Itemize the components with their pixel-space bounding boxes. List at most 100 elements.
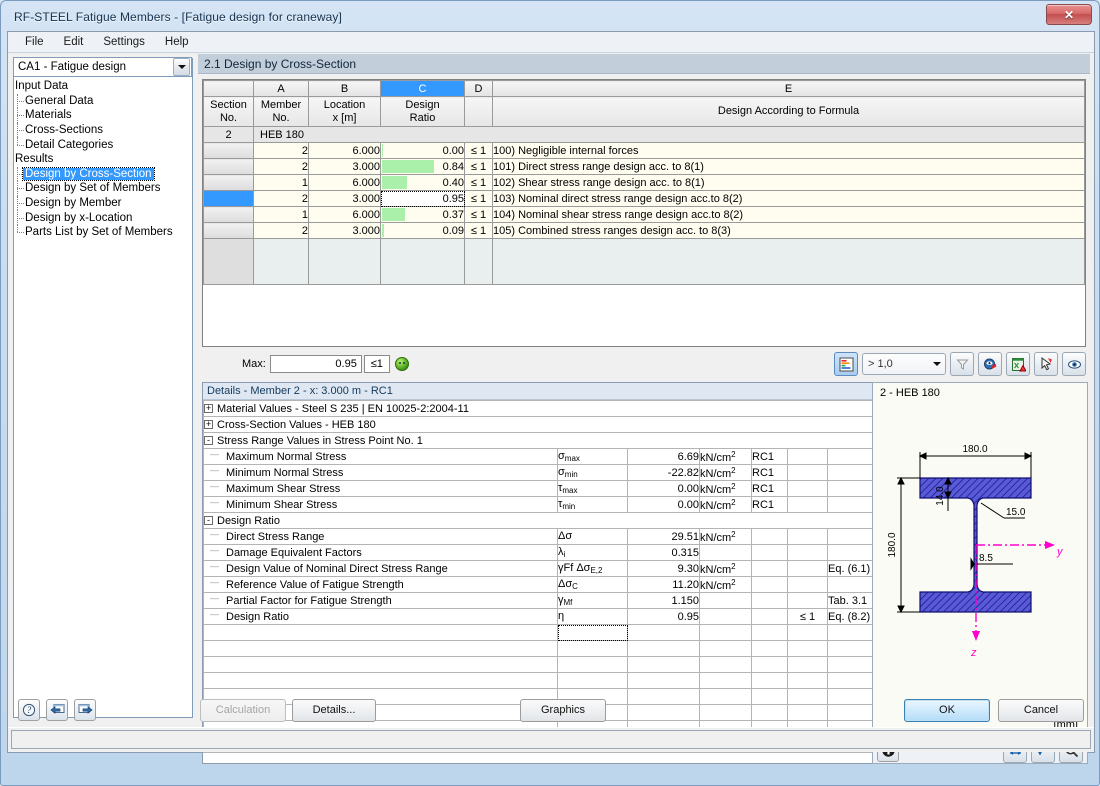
select-in-model-button[interactable]	[1034, 352, 1058, 376]
menu-item-edit[interactable]: Edit	[55, 33, 93, 51]
arrow-left-page-icon	[49, 704, 64, 714]
cell-design-ratio[interactable]: 0.95	[380, 190, 465, 207]
row-selector[interactable]	[203, 206, 254, 223]
export-to-excel-button[interactable]	[1006, 352, 1030, 376]
col-letter-b[interactable]: B	[308, 80, 381, 97]
page-title: 2.1 Design by Cross-Section	[198, 54, 1090, 74]
row-selector[interactable]	[203, 142, 254, 159]
detail-value: 0.95	[627, 608, 700, 625]
details-group-row[interactable]: + Cross-Section Values - HEB 180	[203, 416, 873, 433]
cell-location: 3.000	[308, 222, 381, 239]
row-selector[interactable]	[203, 222, 254, 239]
cell-design-ratio[interactable]: 0.40	[380, 174, 465, 191]
filter-button[interactable]	[950, 352, 974, 376]
ratio-filter-select[interactable]: > 1,0	[862, 353, 946, 375]
chevron-down-icon[interactable]	[173, 58, 190, 76]
results-grid[interactable]: A B C D E Section No. Member No. Locatio…	[202, 79, 1086, 347]
close-button[interactable]: ✕	[1046, 4, 1092, 25]
cell-design-ratio[interactable]: 0.84	[380, 158, 465, 175]
ok-button[interactable]: OK	[904, 698, 990, 722]
globe-eye-icon	[983, 358, 996, 369]
collapse-icon[interactable]: -	[204, 516, 213, 526]
application-window: RF-STEEL Fatigue Members - [Fatigue desi…	[0, 0, 1100, 786]
row-selector[interactable]	[203, 158, 254, 175]
empty-cell	[492, 238, 1085, 285]
table-row[interactable]: 2 6.000 0.00 ≤ 1 100) Negligible interna…	[203, 142, 1085, 159]
cell-member-no: 2	[253, 142, 309, 159]
graphics-button[interactable]: Graphics	[520, 698, 606, 722]
empty-cell	[203, 624, 558, 641]
table-row[interactable]: 2 3.000 0.84 ≤ 1 101) Direct stress rang…	[203, 158, 1085, 175]
grid-empty-area	[203, 238, 1085, 285]
detail-note	[827, 528, 873, 545]
ratio-bar	[382, 160, 435, 173]
menu-item-file[interactable]: File	[16, 33, 53, 51]
row-selector[interactable]	[203, 190, 254, 207]
details-group-material[interactable]: + Material Values - Steel S 235 | EN 1002…	[203, 400, 873, 417]
detail-comparator	[787, 528, 828, 545]
empty-cell	[699, 640, 752, 657]
design-case-selector[interactable]: CA1 - Fatigue design	[13, 57, 192, 77]
row-selector[interactable]	[203, 174, 254, 191]
empty-cell	[557, 640, 628, 657]
details-group-stress-range[interactable]: - Stress Range Values in Stress Point No.…	[203, 432, 873, 449]
table-row[interactable]: 2 3.000 0.09 ≤ 1 105) Combined stress ra…	[203, 222, 1085, 239]
cell-design-ratio[interactable]: 0.09	[380, 222, 465, 239]
expand-icon[interactable]: +	[204, 404, 213, 414]
color-bars-toggle-button[interactable]	[834, 352, 858, 376]
header-location: Location x [m]	[308, 96, 381, 127]
cancel-button[interactable]: Cancel	[998, 698, 1084, 722]
details-row: Direct Stress Range Δσ 29.51 kN/cm2	[203, 528, 873, 545]
axis-z-arrow	[972, 631, 980, 641]
details-blank-row	[203, 624, 873, 641]
detail-comparator	[787, 480, 828, 497]
details-button[interactable]: Details...	[292, 698, 376, 722]
ratio-filter-value: > 1,0	[868, 358, 893, 370]
details-group-row[interactable]: + Material Values - Steel S 235 | EN 1002…	[203, 400, 873, 417]
axis-y-arrow	[1045, 541, 1055, 549]
cross-section-drawing[interactable]: 180.0 180.0 14.0 15.0 8.5 y z [mm]	[873, 399, 1087, 737]
dimension-width	[918, 452, 1033, 478]
col-letter-a[interactable]: A	[253, 80, 309, 97]
view-results-button[interactable]	[978, 352, 1002, 376]
cell-location: 3.000	[308, 190, 381, 207]
menu-item-help[interactable]: Help	[156, 33, 198, 51]
empty-cell	[627, 672, 700, 689]
previous-page-button[interactable]	[46, 699, 68, 721]
collapse-icon[interactable]: -	[204, 436, 213, 446]
table-row[interactable]: 1 6.000 0.40 ≤ 1 102) Shear stress range…	[203, 174, 1085, 191]
next-page-button[interactable]	[74, 699, 96, 721]
help-button[interactable]: ?	[18, 699, 40, 721]
col-letter-c[interactable]: C	[380, 80, 465, 97]
detail-load-case: RC1	[751, 448, 788, 465]
section-group-row[interactable]: 2 HEB 180	[203, 126, 1085, 143]
detail-comparator	[787, 560, 828, 577]
detail-label: Maximum Shear Stress	[203, 480, 558, 497]
max-label: Max:	[242, 358, 266, 370]
empty-cell	[380, 238, 465, 285]
details-group-row[interactable]: - Design Ratio	[203, 512, 873, 529]
details-group-cross-section[interactable]: + Cross-Section Values - HEB 180	[203, 416, 873, 433]
details-group-design-ratio[interactable]: - Design Ratio	[203, 512, 873, 529]
empty-cell	[627, 656, 700, 673]
heb180-profile-svg: 180.0 180.0 14.0 15.0 8.5 y z	[887, 444, 1064, 659]
details-group-row[interactable]: - Stress Range Values in Stress Point No.…	[203, 432, 873, 449]
cell-design-ratio[interactable]: 0.37	[380, 206, 465, 223]
detail-symbol: λi	[557, 544, 628, 561]
empty-cell	[827, 640, 873, 657]
detail-comparator	[787, 592, 828, 609]
visibility-button[interactable]	[1062, 352, 1086, 376]
cell-location: 3.000	[308, 158, 381, 175]
col-letter-d[interactable]: D	[464, 80, 493, 97]
table-row[interactable]: 1 6.000 0.37 ≤ 1 104) Nominal shear stre…	[203, 206, 1085, 223]
chevron-down-icon[interactable]	[929, 362, 945, 366]
menu-item-settings[interactable]: Settings	[94, 33, 154, 51]
calculation-button[interactable]: Calculation	[200, 698, 286, 722]
cell-design-ratio[interactable]: 0.00	[380, 142, 465, 159]
focused-empty-cell[interactable]	[557, 624, 628, 641]
empty-cell	[751, 624, 788, 641]
expand-icon[interactable]: +	[204, 420, 213, 430]
col-letter-e[interactable]: E	[492, 80, 1085, 97]
empty-cell	[699, 656, 752, 673]
table-row-selected[interactable]: 2 3.000 0.95 ≤ 1 103) Nominal direct str…	[203, 190, 1085, 207]
